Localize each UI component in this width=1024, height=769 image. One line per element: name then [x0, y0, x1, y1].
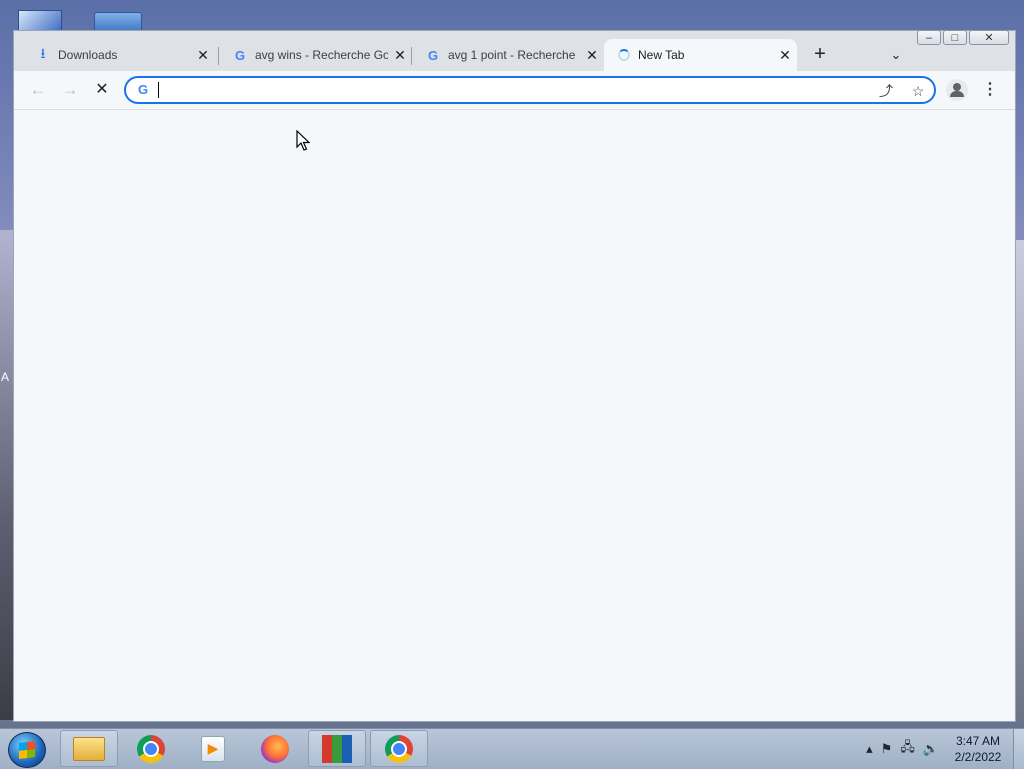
loading-spinner-icon: [618, 49, 630, 61]
page-content[interactable]: [14, 110, 1015, 721]
taskbar-clock[interactable]: 3:47 AM 2/2/2022: [943, 733, 1013, 765]
chevron-down-icon: ⌄: [890, 47, 902, 62]
tab-close-button[interactable]: ✕: [388, 47, 412, 64]
google-icon: G: [137, 81, 149, 97]
clock-time: 3:47 AM: [955, 734, 1001, 748]
clock-date: 2/2/2022: [954, 750, 1002, 764]
tab-title: Downloads: [58, 48, 118, 62]
browser-toolbar: ← → ✕ G ⤴ ☆ ⋮: [14, 71, 1015, 110]
taskbar-avg[interactable]: [308, 730, 366, 767]
profile-avatar-button[interactable]: [946, 79, 968, 101]
tab-title: avg 1 point - Recherche: [448, 48, 576, 62]
address-input[interactable]: [158, 81, 862, 101]
action-center-flag-icon[interactable]: ⚑: [881, 741, 893, 757]
system-tray: ▴ ⚑ 🖧 🔊 3:47 AM 2/2/2022: [862, 729, 1024, 769]
show-hidden-icons-button[interactable]: ▴: [866, 741, 873, 757]
tab-new-tab[interactable]: New Tab ✕: [604, 39, 797, 71]
tab-close-button[interactable]: ✕: [191, 47, 215, 64]
address-bar[interactable]: G ⤴ ☆: [124, 76, 936, 104]
tab-title: New Tab: [638, 48, 685, 62]
windows-logo-icon: [19, 741, 35, 759]
tab-close-button[interactable]: ✕: [580, 47, 604, 64]
taskbar-firefox[interactable]: [246, 730, 304, 767]
new-tab-button[interactable]: +: [808, 43, 832, 67]
desktop-wallpaper-edge-left: [0, 230, 14, 720]
chrome-icon-center: [143, 740, 159, 757]
google-icon: G: [234, 47, 246, 63]
network-icon[interactable]: 🖧: [900, 738, 915, 760]
desktop-icon-label-partial: A: [1, 370, 10, 384]
tab-strip: ⭳ Downloads ✕ G avg wins - Recherche Go …: [14, 39, 1015, 71]
chrome-icon: [137, 734, 165, 763]
show-desktop-button[interactable]: [1013, 729, 1024, 769]
taskbar-chrome-active[interactable]: [370, 730, 428, 767]
tab-avg-1-point[interactable]: G avg 1 point - Recherche ✕: [412, 39, 604, 71]
tab-search-button[interactable]: ⌄: [884, 43, 908, 67]
desktop-wallpaper-edge-right: [1015, 240, 1024, 720]
chrome-icon: [385, 734, 413, 763]
avg-icon: [322, 734, 352, 763]
firefox-icon: [261, 734, 289, 763]
share-icon[interactable]: ⤴: [876, 81, 896, 101]
taskbar-media-player[interactable]: ▶: [184, 730, 242, 767]
taskbar: ▶ ▴ ⚑ 🖧 🔊 3:47 AM 2/2/2022: [0, 728, 1024, 769]
google-icon: G: [427, 47, 439, 63]
avatar-body: [950, 91, 964, 97]
chrome-icon-center: [391, 740, 407, 757]
media-player-icon: ▶: [201, 735, 225, 762]
taskbar-explorer[interactable]: [60, 730, 118, 767]
download-icon: ⭳: [40, 45, 46, 61]
stop-loading-button[interactable]: ✕: [90, 78, 114, 102]
bookmark-star-icon[interactable]: ☆: [908, 81, 928, 101]
tab-downloads[interactable]: ⭳ Downloads ✕: [22, 39, 215, 71]
forward-button[interactable]: →: [58, 78, 82, 102]
avatar-head: [953, 83, 961, 91]
back-button[interactable]: ←: [26, 78, 50, 102]
folder-icon: [73, 736, 105, 761]
tab-close-button[interactable]: ✕: [773, 47, 797, 64]
tab-avg-wins[interactable]: G avg wins - Recherche Go ✕: [219, 39, 412, 71]
text-caret: [158, 82, 159, 98]
mouse-cursor-icon: [296, 130, 310, 151]
chrome-menu-button[interactable]: ⋮: [980, 78, 1000, 102]
browser-window: – □ ✕ ⭳ Downloads ✕ G avg wins - Recherc…: [13, 30, 1016, 722]
start-button[interactable]: [8, 732, 46, 768]
tab-title: avg wins - Recherche Go: [255, 48, 388, 62]
volume-icon[interactable]: 🔊: [923, 741, 939, 757]
taskbar-chrome-pinned[interactable]: [122, 730, 180, 767]
